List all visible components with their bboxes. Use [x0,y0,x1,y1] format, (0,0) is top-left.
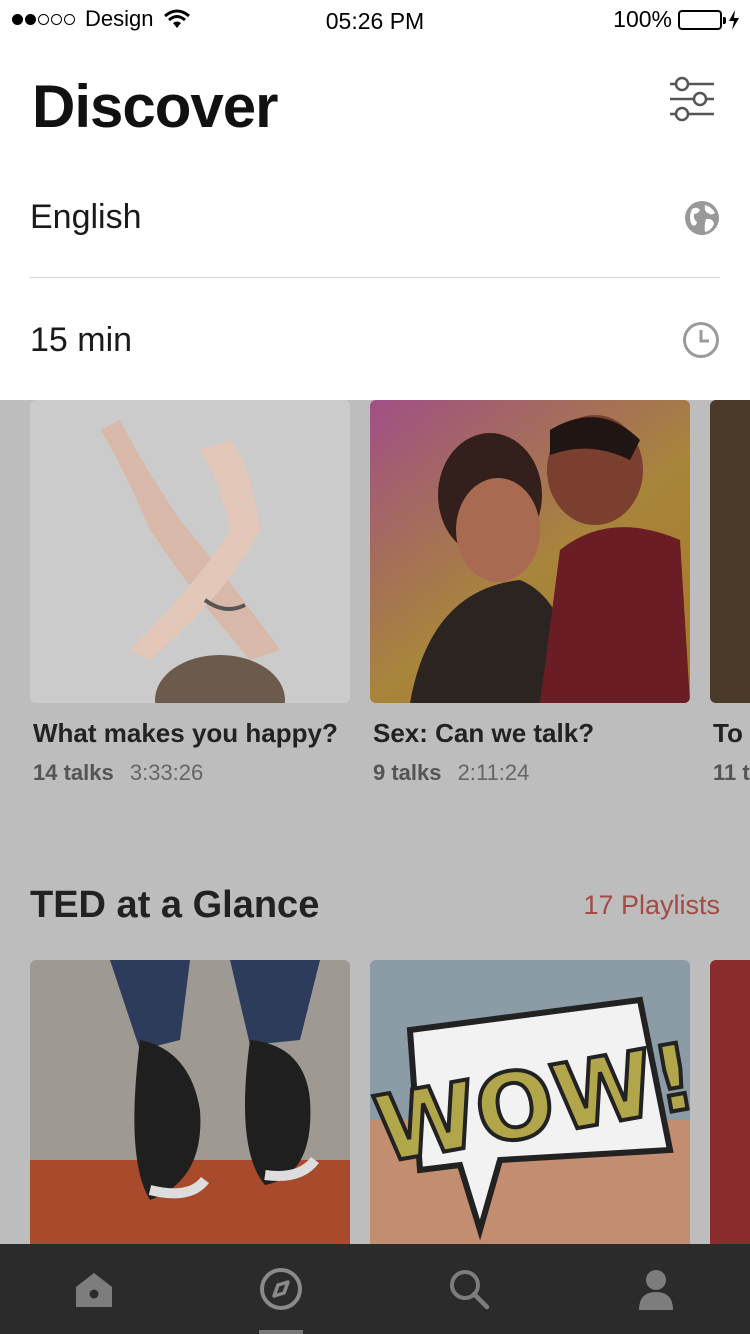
playlist-meta: 9 talks 2:11:24 [373,760,529,786]
playlist-card[interactable]: To l 11 t [710,400,750,785]
battery-icon [678,9,726,30]
playlist-thumbnail [370,400,690,703]
playlists-content: What makes you happy? 14 talks 3:33:26 S… [0,400,750,1244]
playlist-duration: 2:11:24 [457,760,530,785]
playlist-thumbnail[interactable] [710,960,750,1244]
talk-count: 14 talks [33,760,114,785]
status-bar: Design 05:26 PM 100% [0,0,750,40]
duration-label: 15 min [30,320,133,359]
page-title: Discover [32,73,278,140]
language-label: English [30,198,142,236]
sliders-icon [670,76,714,122]
playlist-title: What makes you happy? [33,718,338,748]
tab-search[interactable] [375,1244,563,1334]
duration-filter[interactable]: 15 min [30,280,720,400]
filters-button[interactable] [668,76,716,122]
playlist-title: Sex: Can we talk? [373,718,595,748]
section-title: TED at a Glance [30,884,320,926]
playlist-card[interactable]: What makes you happy? 14 talks 3:33:26 [30,400,350,785]
tab-bar [0,1244,750,1334]
playlist-thumbnail [710,400,750,703]
playlist-meta: 11 t [713,760,750,786]
playlist-thumbnail[interactable] [30,960,350,1244]
playlist-meta: 14 talks 3:33:26 [33,760,203,786]
playlist-thumbnail [30,400,350,703]
playlist-card[interactable]: Sex: Can we talk? 9 talks 2:11:24 [370,400,690,785]
playlist-thumbnail[interactable]: WOW! [370,960,690,1244]
search-icon [449,1270,489,1310]
charging-icon [729,9,739,30]
playlist-title: To l [713,718,750,748]
see-all-playlists-link[interactable]: 17 Playlists [583,890,720,921]
talk-count: 11 t [713,760,750,785]
user-icon [639,1270,674,1310]
clock-icon [683,322,719,358]
language-filter[interactable]: English [30,158,720,278]
compass-icon [260,1268,303,1310]
tab-profile[interactable] [563,1244,750,1334]
battery-percent: 100% [613,6,672,32]
playlist-duration: 3:33:26 [129,760,204,785]
home-icon [75,1273,112,1307]
tab-discover[interactable] [188,1244,376,1334]
filter-panel: Discover English 15 min [0,40,750,400]
globe-icon [685,200,719,235]
tab-home[interactable] [0,1244,188,1334]
battery-area: 100% [613,6,740,33]
talk-count: 9 talks [373,760,442,785]
